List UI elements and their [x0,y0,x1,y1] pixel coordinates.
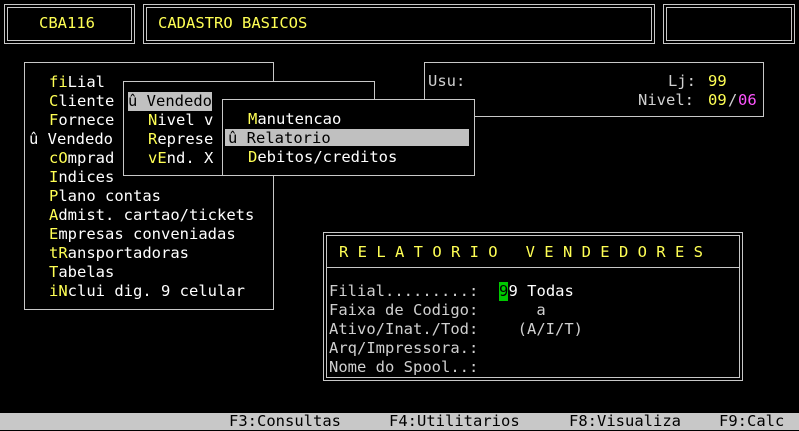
user-label: Usu: [428,72,466,90]
menu-hotkey: C [49,92,59,110]
menu-item-label: lano contas [58,187,161,205]
main-menu-item[interactable]: tRansportadoras [49,244,189,263]
menu-item-label: ivel v [157,111,214,129]
main-menu-item[interactable]: Empresas conveniadas [49,225,236,244]
menu-hotkey: vE [148,149,167,167]
report-field-value[interactable]: a [499,301,545,320]
menu-item-label: elatorio [256,129,331,147]
menu-hotkey: D [248,148,258,166]
report-field-value[interactable]: (A/I/T) [499,320,583,339]
menu-hotkey: I [49,168,59,186]
menu-hotkey: cO [49,149,68,167]
store-label: Lj: [668,72,696,90]
report-field-label: Faixa de Codigo: [329,301,479,319]
menu-item-label: ndices [58,168,115,186]
menu-hotkey: tR [49,244,68,262]
vendedor-option-item[interactable]: û Relatorio [228,129,331,148]
menu-item-label: ebitos/creditos [257,148,398,166]
main-menu-item[interactable]: fiLial [49,73,105,92]
menu-item-label: mpresas conveniadas [58,225,236,243]
menu-item-label: ansportadoras [67,244,189,262]
menu-hotkey: P [49,187,59,205]
status-bar: F3:Consultas F4:Utilitarios F8:Visualiza… [0,412,799,431]
main-menu-item[interactable]: Admist. cartao/tickets [49,206,254,225]
menu-hotkey: R [246,129,257,147]
menu-item-label: nd. X [166,149,214,167]
menu-item-label: ornece [58,111,115,129]
menu-hotkey: iN [49,282,68,300]
menu-item-label: dmist. cartao/tickets [58,206,255,224]
menu-item-label: anutencao [257,110,342,128]
vendedor-submenu-item[interactable]: Nivel v [148,111,213,130]
menu-item-label: Vendedo [47,130,113,148]
vendedor-option-item[interactable]: Debitos/creditos [248,148,397,167]
report-field-label: Ativo/Inat./Tod: [329,320,479,338]
program-code: CBA116 [39,14,95,32]
menu-item-label: Lial [67,73,105,91]
level-separator: / [728,91,738,109]
vendedor-submenu-title[interactable]: û Vendedo [128,92,212,111]
menu-hotkey: R [148,130,158,148]
menu-marker: û [228,129,247,147]
report-field-label: Filial.........: [329,282,479,300]
main-menu-item[interactable]: cOmprad [49,149,114,168]
report-title: R E L A T O R I O V E N D E D O R E S [339,243,703,261]
menu-item-label: abelas [58,263,115,281]
menu-marker: û [29,130,48,148]
main-menu-item[interactable]: Indices [49,168,114,187]
main-menu-item[interactable]: Tabelas [49,263,114,282]
menu-hotkey: fi [49,73,68,91]
header-extra-box [663,4,795,44]
f3-consultas-key[interactable]: F3:Consultas [229,412,341,431]
f4-utilitarios-key[interactable]: F4:Utilitarios [389,412,520,431]
level-label: Nivel: [638,91,694,109]
menu-hotkey: N [148,111,158,129]
menu-hotkey: M [248,110,258,128]
filial-input-cursor[interactable]: 9 [499,282,509,301]
level-current: 09 [708,91,727,109]
vendedor-submenu-item[interactable]: Represe [148,130,213,149]
menu-item-label: clui dig. 9 celular [67,282,245,300]
main-menu-item[interactable]: û Vendedo [29,130,113,149]
vendedor-submenu-item[interactable]: vEnd. X [148,149,213,168]
filial-input-value[interactable]: 9 Todas [509,282,574,301]
report-field-label: Nome do Spool..: [329,358,479,376]
menu-hotkey: T [49,263,59,281]
level-max: 06 [738,91,757,109]
f8-visualiza-key[interactable]: F8:Visualiza [569,412,681,431]
vendedor-option-item[interactable]: Manutencao [248,110,341,129]
menu-item-label: liente [58,92,115,110]
report-title-divider [327,267,739,268]
menu-hotkey: A [49,206,59,224]
f9-calc-key[interactable]: F9:Calc [719,412,784,431]
menu-hotkey: E [49,225,59,243]
store-value: 99 [708,72,727,90]
menu-item-label: mprad [67,149,115,167]
report-field-label: Arq/Impressora.: [329,339,479,357]
main-menu-item[interactable]: Cliente [49,92,114,111]
main-menu-item[interactable]: Plano contas [49,187,161,206]
menu-hotkey: F [49,111,59,129]
main-menu-item[interactable]: Fornece [49,111,114,130]
page-title: CADASTRO BASICOS [158,14,308,32]
menu-item-label: eprese [157,130,214,148]
main-menu-item[interactable]: iNclui dig. 9 celular [49,282,245,301]
